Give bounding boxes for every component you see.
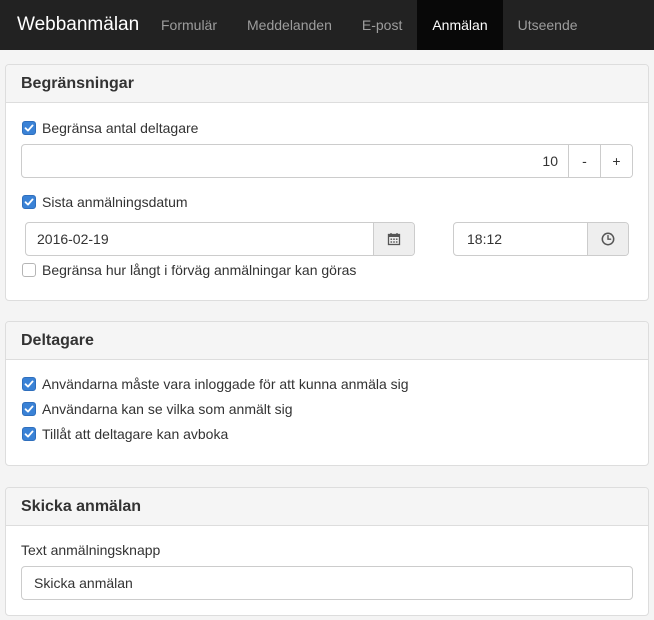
deadline-time-group: 18:12	[453, 222, 629, 256]
button-text-label: Text anmälningsknapp	[21, 542, 161, 558]
limit-participants-row: Begränsa antal deltagare	[22, 120, 198, 136]
checkmark-icon	[24, 198, 34, 206]
checkmark-icon	[24, 124, 34, 132]
limits-panel-title: Begränsningar	[6, 65, 648, 103]
participant-count-stepper: 10 - +	[21, 144, 633, 178]
participant-count-input[interactable]: 10	[22, 145, 568, 177]
deadline-date-group: 2016-02-19	[25, 222, 415, 256]
checkmark-icon	[24, 380, 34, 388]
participants-option-row: Tillåt att deltagare kan avboka	[22, 426, 228, 442]
allow-cancel-checkbox[interactable]	[22, 427, 36, 441]
top-navbar: Webbanmälan Formulär Meddelanden E-post …	[0, 0, 654, 50]
tab-utseende[interactable]: Utseende	[503, 0, 593, 50]
clock-icon	[601, 232, 615, 246]
advance-limit-row: Begränsa hur långt i förväg anmälningar …	[22, 262, 356, 278]
allow-cancel-label[interactable]: Tillåt att deltagare kan avboka	[42, 426, 228, 442]
advance-limit-label[interactable]: Begränsa hur långt i förväg anmälningar …	[42, 262, 356, 278]
brand-title[interactable]: Webbanmälan	[0, 0, 146, 50]
tab-formular[interactable]: Formulär	[146, 0, 232, 50]
tab-anmalan[interactable]: Anmälan	[417, 0, 503, 50]
checkmark-icon	[24, 430, 34, 438]
limit-participants-checkbox[interactable]	[22, 121, 36, 135]
participants-option-row: Användarna måste vara inloggade för att …	[22, 376, 409, 392]
participants-panel: Deltagare Användarna måste vara inloggad…	[5, 321, 649, 466]
advance-limit-checkbox[interactable]	[22, 263, 36, 277]
tab-meddelanden[interactable]: Meddelanden	[232, 0, 347, 50]
submit-panel: Skicka anmälan Text anmälningsknapp Skic…	[5, 487, 649, 616]
limit-participants-label[interactable]: Begränsa antal deltagare	[42, 120, 198, 136]
nav-tabs: Formulär Meddelanden E-post Anmälan Utse…	[146, 0, 593, 50]
submit-panel-title: Skicka anmälan	[6, 488, 648, 526]
deadline-date-input[interactable]: 2016-02-19	[26, 223, 373, 255]
calendar-icon	[387, 233, 401, 246]
checkmark-icon	[24, 405, 34, 413]
button-text-input[interactable]: Skicka anmälan	[21, 566, 633, 600]
clock-button[interactable]	[587, 223, 628, 255]
show-registrants-label[interactable]: Användarna kan se vilka som anmält sig	[42, 401, 293, 417]
tab-e-post[interactable]: E-post	[347, 0, 417, 50]
participants-option-row: Användarna kan se vilka som anmält sig	[22, 401, 293, 417]
deadline-row: Sista anmälningsdatum	[22, 194, 188, 210]
deadline-label[interactable]: Sista anmälningsdatum	[42, 194, 188, 210]
increment-button[interactable]: +	[600, 145, 632, 177]
decrement-button[interactable]: -	[568, 145, 600, 177]
participants-panel-title: Deltagare	[6, 322, 648, 360]
deadline-time-input[interactable]: 18:12	[454, 223, 587, 255]
deadline-checkbox[interactable]	[22, 195, 36, 209]
limits-panel: Begränsningar Begränsa antal deltagare 1…	[5, 64, 649, 301]
show-registrants-checkbox[interactable]	[22, 402, 36, 416]
require-login-label[interactable]: Användarna måste vara inloggade för att …	[42, 376, 409, 392]
calendar-button[interactable]	[373, 223, 414, 255]
require-login-checkbox[interactable]	[22, 377, 36, 391]
